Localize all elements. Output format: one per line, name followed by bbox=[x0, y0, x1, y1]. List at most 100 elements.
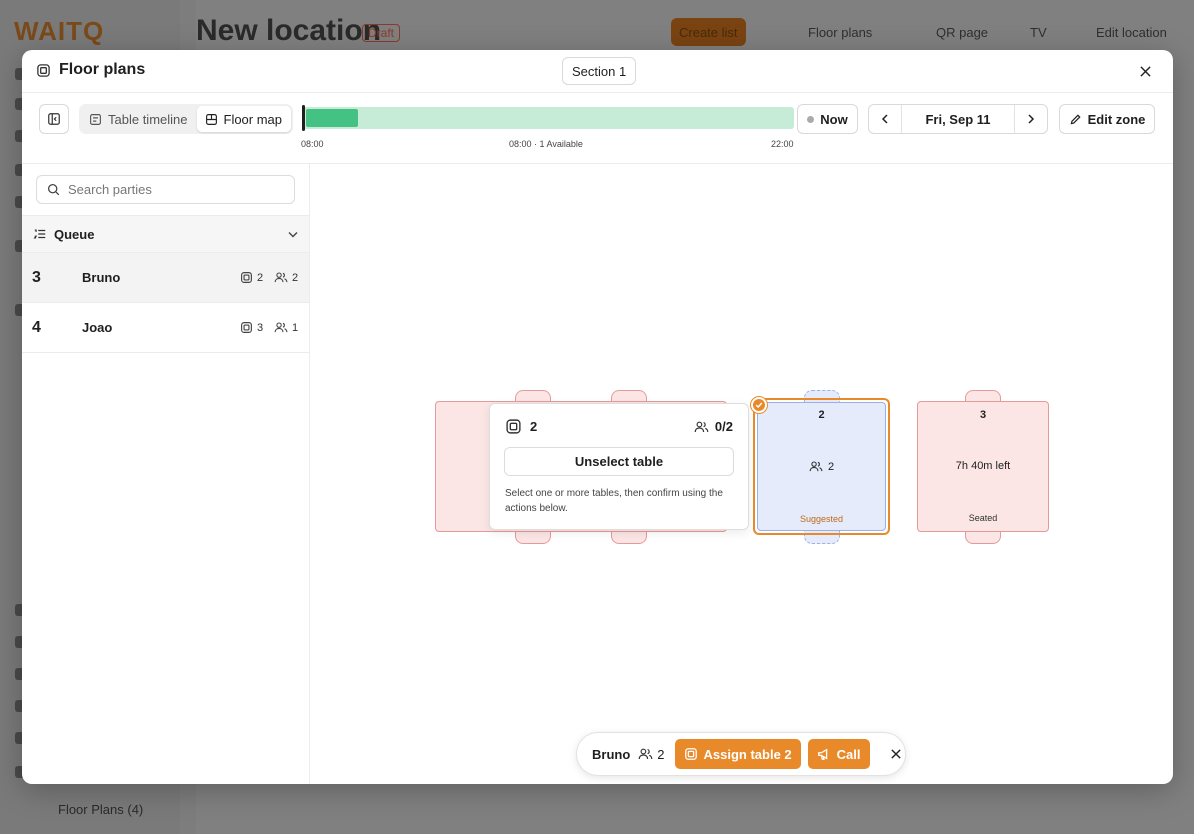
now-dot-icon bbox=[807, 115, 815, 123]
availability-timeline[interactable] bbox=[302, 105, 794, 131]
table-capacity-count: 2 bbox=[827, 460, 835, 473]
queue-party-row[interactable]: 3 Bruno 2 2 bbox=[22, 253, 309, 303]
view-switcher: Table timeline Floor map bbox=[79, 104, 294, 134]
check-icon bbox=[751, 397, 767, 413]
background-draft-badge: Draft bbox=[362, 24, 401, 42]
edit-zone-label: Edit zone bbox=[1087, 111, 1146, 127]
party-guests: 2 bbox=[274, 271, 308, 284]
popup-occupancy: 0/2 bbox=[694, 419, 733, 434]
table-number: 3 bbox=[979, 409, 987, 421]
sidebar-toggle-icon bbox=[47, 112, 61, 126]
unselect-table-button[interactable]: Unselect table bbox=[504, 447, 734, 476]
table-capacity: 2 bbox=[758, 460, 885, 473]
floor-map-icon bbox=[205, 113, 218, 126]
people-icon bbox=[809, 460, 823, 473]
party-tables-count: 2 bbox=[257, 271, 264, 284]
tab-table-timeline-label: Table timeline bbox=[108, 111, 188, 127]
table-icon bbox=[240, 271, 253, 284]
logo-text: WAIT bbox=[14, 16, 83, 46]
party-position: 3 bbox=[32, 268, 41, 286]
timeline-current-label: 08:00 · 1 Available bbox=[509, 139, 583, 149]
search-parties-input[interactable] bbox=[68, 182, 268, 197]
previous-day-button[interactable] bbox=[869, 105, 901, 133]
timeline-end-label: 22:00 bbox=[771, 139, 794, 149]
timeline-cursor[interactable] bbox=[302, 105, 305, 131]
megaphone-icon bbox=[817, 748, 831, 761]
floor-plans-modal: Floor plans Section 1 Table timeline Flo… bbox=[22, 50, 1173, 784]
action-bar-guests: 2 bbox=[638, 746, 665, 762]
background-floor-plans-button: Floor plans bbox=[808, 24, 873, 40]
people-icon bbox=[274, 321, 288, 334]
people-icon bbox=[638, 747, 653, 761]
queue-party-row[interactable]: 4 Joao 3 1 bbox=[22, 303, 309, 353]
party-name: Bruno bbox=[82, 270, 121, 285]
background-qr-page-button: QR page bbox=[936, 24, 989, 40]
timeline-icon bbox=[89, 113, 102, 126]
table-icon bbox=[684, 747, 698, 761]
table-icon bbox=[240, 321, 253, 334]
people-icon bbox=[694, 420, 709, 434]
tab-table-timeline[interactable]: Table timeline bbox=[81, 106, 197, 132]
call-button[interactable]: Call bbox=[807, 739, 870, 769]
current-date[interactable]: Fri, Sep 11 bbox=[901, 105, 1015, 133]
table-number: 2 bbox=[818, 409, 825, 421]
next-day-button[interactable] bbox=[1015, 105, 1047, 133]
search-icon bbox=[47, 183, 60, 196]
table-status: Seated bbox=[968, 513, 998, 523]
parties-panel: Queue 3 Bruno 2 2 4 Joao 3 bbox=[22, 164, 310, 784]
modal-title-text: Floor plans bbox=[59, 61, 146, 78]
assign-table-button[interactable]: Assign table 2 bbox=[674, 739, 801, 769]
logo-accent: Q bbox=[83, 16, 105, 46]
party-guests: 1 bbox=[274, 321, 308, 334]
tab-floor-map-label: Floor map bbox=[223, 111, 283, 127]
timeline-track bbox=[302, 107, 794, 129]
app-logo: WAITQ bbox=[14, 16, 104, 47]
party-tables-count: 3 bbox=[257, 321, 264, 334]
background-page-title: New location bbox=[196, 14, 382, 47]
edit-zone-button[interactable]: Edit zone bbox=[1059, 104, 1155, 134]
table-chair bbox=[965, 530, 1001, 544]
call-label: Call bbox=[836, 746, 861, 762]
queue-label: Queue bbox=[54, 226, 95, 242]
floor-plan-icon bbox=[36, 63, 51, 78]
close-icon[interactable] bbox=[888, 746, 904, 762]
assign-table-label: Assign table 2 bbox=[703, 746, 792, 762]
action-bar-party-name: Bruno bbox=[592, 746, 631, 762]
now-button[interactable]: Now bbox=[797, 104, 858, 134]
modal-header: Floor plans Section 1 bbox=[22, 50, 1173, 93]
party-position: 4 bbox=[32, 318, 41, 336]
now-button-label: Now bbox=[820, 111, 848, 127]
people-icon bbox=[274, 271, 288, 284]
chevron-down-icon bbox=[288, 231, 298, 238]
modal-toolbar: Table timeline Floor map 08:00 08:00 · 1… bbox=[22, 93, 1173, 164]
popup-hint-text: Select one or more tables, then confirm … bbox=[505, 488, 723, 514]
date-navigator: Fri, Sep 11 bbox=[868, 104, 1048, 134]
queue-section-header[interactable]: Queue bbox=[22, 215, 309, 253]
floor-table-2[interactable]: 2 2 Suggested bbox=[757, 402, 886, 531]
floor-map-canvas: 2 2 Suggested 3 7h 40m left Seated 2 0/2… bbox=[311, 164, 1173, 784]
popup-occupancy-value: 0/2 bbox=[714, 419, 733, 434]
search-box[interactable] bbox=[36, 175, 295, 204]
pencil-icon bbox=[1069, 113, 1082, 126]
floor-table-3[interactable]: 3 7h 40m left Seated bbox=[917, 401, 1049, 532]
timeline-occupied-fill bbox=[306, 109, 358, 127]
table-status: Suggested bbox=[799, 514, 844, 524]
table-chair bbox=[611, 530, 647, 544]
queue-list-icon bbox=[33, 227, 47, 241]
party-guests-count: 1 bbox=[292, 321, 299, 334]
background-footer: Floor Plans (4) bbox=[20, 802, 143, 817]
background-tv-button: TV bbox=[1030, 24, 1047, 40]
tab-floor-map[interactable]: Floor map bbox=[196, 106, 292, 132]
party-name: Joao bbox=[82, 320, 113, 335]
background-create-list-button: Create list bbox=[671, 18, 746, 46]
table-time-left: 7h 40m left bbox=[955, 460, 1011, 472]
background-edit-location-button: Edit location bbox=[1096, 24, 1167, 40]
party-tables: 2 bbox=[240, 271, 274, 284]
party-guests-count: 2 bbox=[292, 271, 299, 284]
timeline-start-label: 08:00 bbox=[301, 139, 324, 149]
action-bar-guests-count: 2 bbox=[657, 746, 665, 762]
party-action-bar: Bruno 2 Assign table 2 Call bbox=[576, 732, 906, 776]
close-icon[interactable] bbox=[1137, 63, 1153, 79]
section-selector-button[interactable]: Section 1 bbox=[562, 57, 637, 85]
toggle-sidebar-button[interactable] bbox=[39, 104, 69, 134]
